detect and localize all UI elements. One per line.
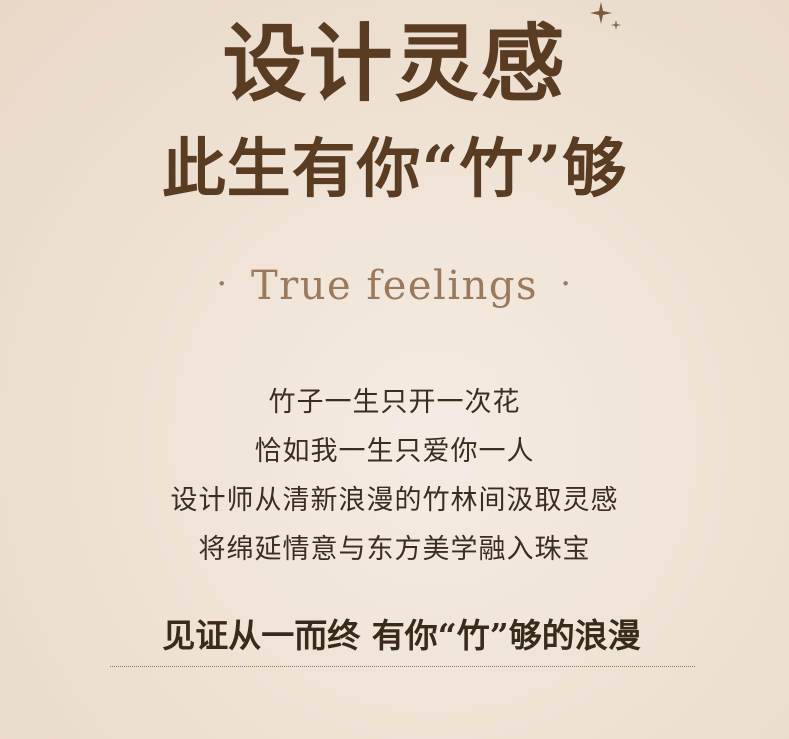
poem-line: 设计师从清新浪漫的竹林间汲取灵感 bbox=[170, 485, 619, 516]
poem-line: 将绵延情意与东方美学融入珠宝 bbox=[198, 534, 591, 565]
poem-block: 竹子一生只开一次花 恰如我一生只爱你一人 设计师从清新浪漫的竹林间汲取灵感 将绵… bbox=[0, 378, 789, 574]
tagline-dot-right: · bbox=[560, 264, 573, 304]
closing-line: 见证从一而终 有你“竹”够的浪漫 bbox=[162, 616, 641, 655]
poem-line: 恰如我一生只爱你一人 bbox=[254, 436, 535, 467]
page-title: 设计灵感 bbox=[222, 14, 567, 113]
tagline-dot-left: · bbox=[216, 264, 229, 304]
page-subtitle-heading: 此生有你“竹”够 bbox=[161, 132, 628, 207]
poem-line: 竹子一生只开一次花 bbox=[268, 387, 521, 418]
english-tagline: · True feelings · bbox=[0, 256, 789, 314]
closing-divider bbox=[110, 666, 695, 667]
tagline-text: True feelings bbox=[250, 263, 539, 309]
